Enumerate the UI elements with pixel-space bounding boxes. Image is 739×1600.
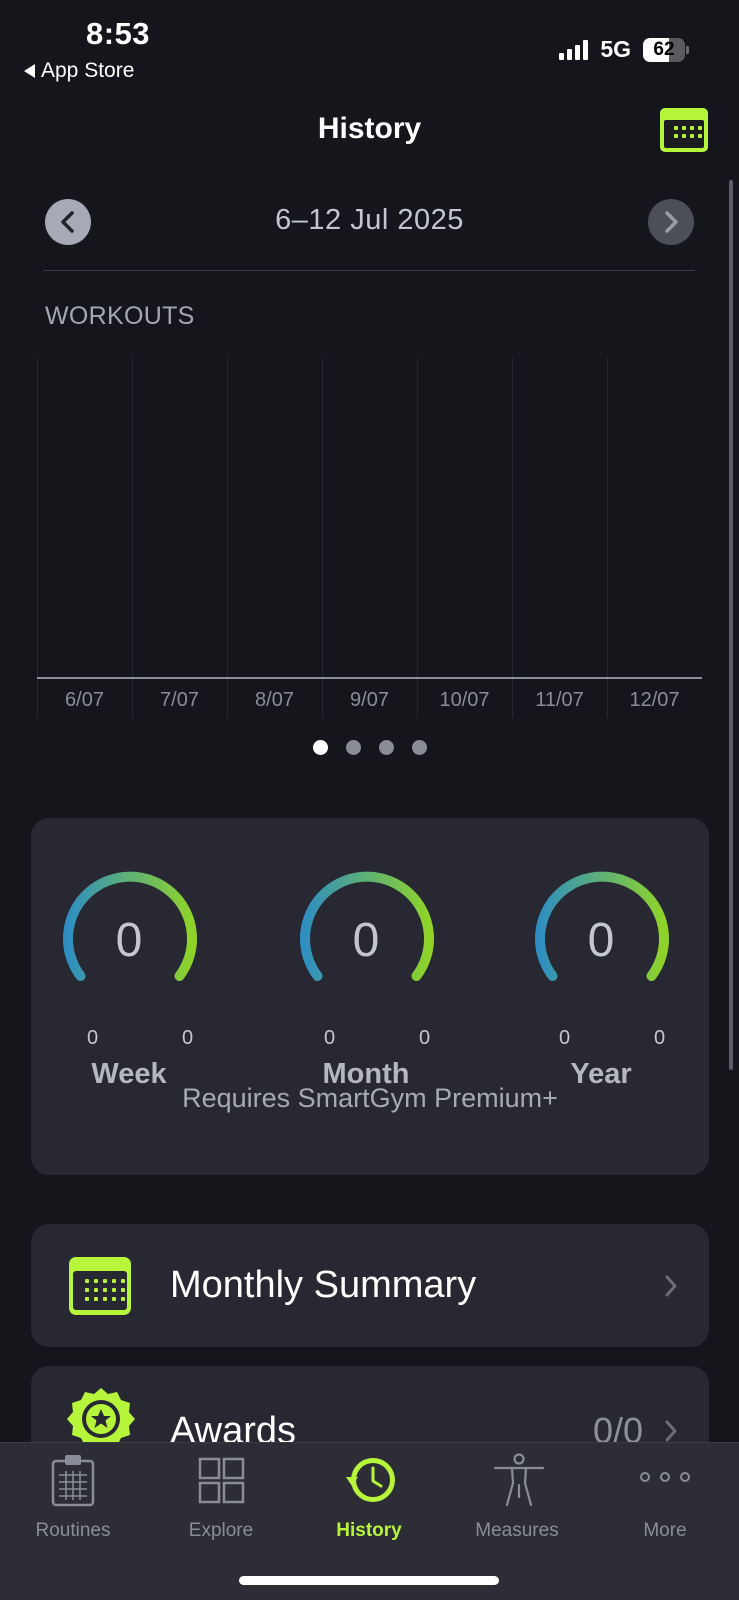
chevron-right-icon xyxy=(665,211,678,233)
more-dots-icon xyxy=(640,1472,690,1482)
calendar-icon[interactable] xyxy=(660,108,708,152)
signal-icon xyxy=(559,39,589,60)
battery-icon: 62 xyxy=(643,37,689,62)
monthly-summary-label: Monthly Summary xyxy=(170,1264,477,1306)
gauge-min: 0 xyxy=(324,1027,336,1049)
body-icon xyxy=(493,1453,545,1507)
chevron-right-icon xyxy=(665,1275,677,1296)
gauge-min: 0 xyxy=(87,1027,99,1049)
tab-label: Measures xyxy=(475,1520,559,1541)
back-label: App Store xyxy=(41,59,135,82)
page-dot[interactable] xyxy=(312,740,328,755)
workouts-chart-svg: 6/07 7/07 8/07 9/07 10/07 11/07 12/07 xyxy=(37,358,703,718)
home-indicator[interactable] xyxy=(239,1576,499,1585)
tab-label: More xyxy=(643,1520,687,1541)
page-dot[interactable] xyxy=(345,740,361,755)
back-to-app-store[interactable]: App Store xyxy=(24,59,134,83)
divider xyxy=(43,270,695,271)
x-tick-label: 11/07 xyxy=(535,689,584,711)
page-dot[interactable] xyxy=(378,740,394,755)
gauge-min: 0 xyxy=(559,1027,571,1049)
gauge-max: 0 xyxy=(419,1027,431,1049)
x-tick-label: 7/07 xyxy=(160,689,199,711)
gauge-max: 0 xyxy=(654,1027,666,1049)
tab-label: History xyxy=(336,1520,402,1541)
x-tick-label: 6/07 xyxy=(65,689,104,711)
stats-card: 0 0 0 Week 0 0 0 Month 0 0 0 Year Requires SmartGym… xyxy=(31,818,709,1175)
gauge-max: 0 xyxy=(182,1027,194,1049)
tab-label: Routines xyxy=(35,1520,111,1541)
gauge-value: 0 xyxy=(115,914,143,967)
battery-level: 62 xyxy=(653,38,675,60)
x-tick-label: 8/07 xyxy=(255,689,294,711)
calendar-icon xyxy=(69,1257,131,1315)
next-week-button[interactable] xyxy=(648,199,694,245)
gauge-value: 0 xyxy=(587,914,615,967)
page-title: History xyxy=(317,112,422,145)
network-type: 5G xyxy=(600,36,631,62)
tab-label: Explore xyxy=(188,1520,254,1541)
grid-icon xyxy=(198,1457,245,1504)
workouts-chart: 6/07 7/07 8/07 9/07 10/07 11/07 12/07 xyxy=(37,358,703,718)
monthly-summary-row[interactable]: Monthly Summary xyxy=(31,1224,709,1347)
status-indicators: 5G 62 xyxy=(559,36,689,63)
back-arrow-icon xyxy=(24,64,35,78)
x-tick-label: 12/07 xyxy=(629,689,679,711)
page-dot[interactable] xyxy=(411,740,427,755)
page-indicator[interactable] xyxy=(0,740,739,755)
gauge-value: 0 xyxy=(352,914,380,967)
chevron-right-icon xyxy=(665,1420,677,1442)
week-range-label: 6–12 Jul 2025 xyxy=(275,204,464,236)
clipboard-icon xyxy=(51,1455,95,1507)
scrollbar[interactable] xyxy=(729,180,733,1070)
chart-title: WORKOUTS xyxy=(45,302,195,330)
status-time: 8:53 xyxy=(86,16,151,51)
x-tick-label: 9/07 xyxy=(350,689,389,711)
x-tick-label: 10/07 xyxy=(439,689,489,711)
clock-history-icon xyxy=(346,1458,395,1502)
premium-note: Requires SmartGym Premium+ xyxy=(182,1083,558,1113)
